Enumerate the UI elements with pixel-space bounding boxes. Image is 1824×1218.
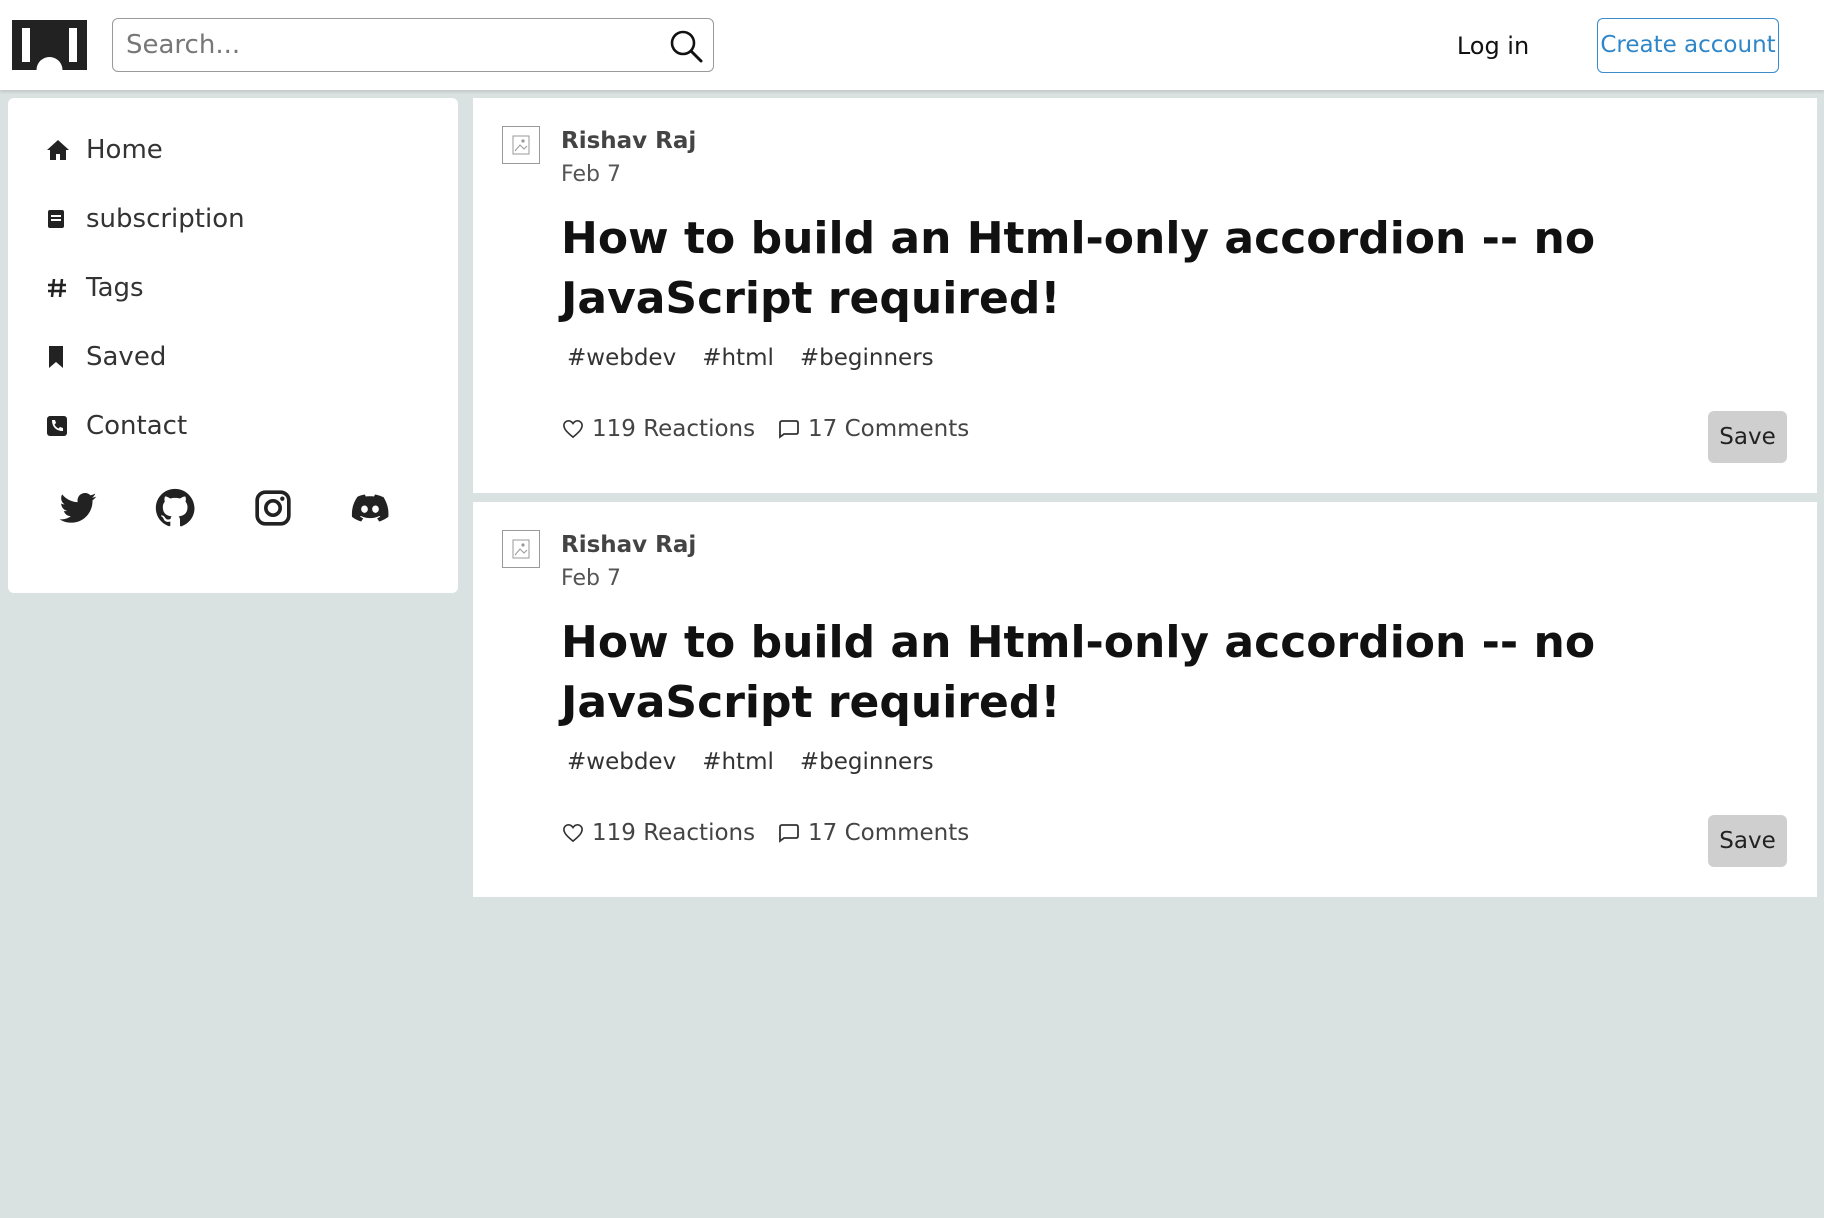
reactions-button[interactable]: 119 Reactions xyxy=(562,411,755,447)
sidebar-item-label: subscription xyxy=(86,204,245,234)
save-button[interactable]: Save xyxy=(1708,815,1787,867)
comment-icon xyxy=(778,823,808,843)
save-button[interactable]: Save xyxy=(1708,411,1787,463)
sidebar-item-home[interactable]: Home xyxy=(46,130,426,170)
reactions-count: 119 Reactions xyxy=(592,820,756,846)
bookmark-icon xyxy=(46,342,86,372)
left-sidebar: Home subscription Tags Saved Contact xyxy=(8,98,458,593)
hash-icon xyxy=(46,273,86,303)
post-card: Rishav Raj Feb 7 How to build an Html-on… xyxy=(473,502,1817,897)
tag-link[interactable]: #html xyxy=(702,749,774,775)
post-date: Feb 7 xyxy=(561,162,621,187)
comments-count: 17 Comments xyxy=(808,416,970,442)
comment-icon xyxy=(778,419,808,439)
discord-icon[interactable] xyxy=(350,488,392,530)
sidebar-item-label: Saved xyxy=(86,342,167,372)
author-name[interactable]: Rishav Raj xyxy=(561,128,696,154)
post-tags: #webdev #html #beginners xyxy=(567,749,934,775)
document-icon xyxy=(46,204,86,234)
top-header: Log in Create account xyxy=(0,0,1824,90)
create-account-button[interactable]: Create account xyxy=(1597,18,1779,73)
tag-link[interactable]: #webdev xyxy=(567,345,676,371)
instagram-icon[interactable] xyxy=(253,488,295,530)
comments-button[interactable]: 17 Comments xyxy=(778,411,969,447)
heart-icon xyxy=(562,419,592,439)
sidebar-item-subscription[interactable]: subscription xyxy=(46,199,426,239)
tag-link[interactable]: #beginners xyxy=(800,749,934,775)
dev-logo-icon[interactable] xyxy=(12,20,87,83)
sidebar-item-label: Tags xyxy=(86,273,144,303)
search-icon[interactable] xyxy=(667,27,705,65)
login-link[interactable]: Log in xyxy=(1444,26,1542,66)
post-tags: #webdev #html #beginners xyxy=(567,345,934,371)
search-input[interactable] xyxy=(126,19,646,71)
heart-icon xyxy=(562,823,592,843)
broken-image-icon xyxy=(512,135,530,155)
sidebar-item-contact[interactable]: Contact xyxy=(46,406,426,446)
phone-icon xyxy=(46,411,86,441)
post-date: Feb 7 xyxy=(561,566,621,591)
twitter-icon[interactable] xyxy=(58,488,100,530)
reactions-button[interactable]: 119 Reactions xyxy=(562,815,755,851)
sidebar-item-label: Home xyxy=(86,135,163,165)
comments-button[interactable]: 17 Comments xyxy=(778,815,969,851)
sidebar-item-label: Contact xyxy=(86,411,188,441)
sidebar-item-saved[interactable]: Saved xyxy=(46,337,426,377)
search-box xyxy=(112,18,714,72)
post-title[interactable]: How to build an Html-only accordion -- n… xyxy=(561,613,1781,733)
tag-link[interactable]: #html xyxy=(702,345,774,371)
home-icon xyxy=(46,135,86,165)
tag-link[interactable]: #beginners xyxy=(800,345,934,371)
avatar[interactable] xyxy=(502,126,540,164)
broken-image-icon xyxy=(512,539,530,559)
tag-link[interactable]: #webdev xyxy=(567,749,676,775)
author-name[interactable]: Rishav Raj xyxy=(561,532,696,558)
github-icon[interactable] xyxy=(155,488,197,530)
post-title[interactable]: How to build an Html-only accordion -- n… xyxy=(561,209,1781,329)
post-card: Rishav Raj Feb 7 How to build an Html-on… xyxy=(473,98,1817,493)
avatar[interactable] xyxy=(502,530,540,568)
social-links xyxy=(48,488,408,532)
reactions-count: 119 Reactions xyxy=(592,416,756,442)
comments-count: 17 Comments xyxy=(808,820,970,846)
sidebar-item-tags[interactable]: Tags xyxy=(46,268,426,308)
